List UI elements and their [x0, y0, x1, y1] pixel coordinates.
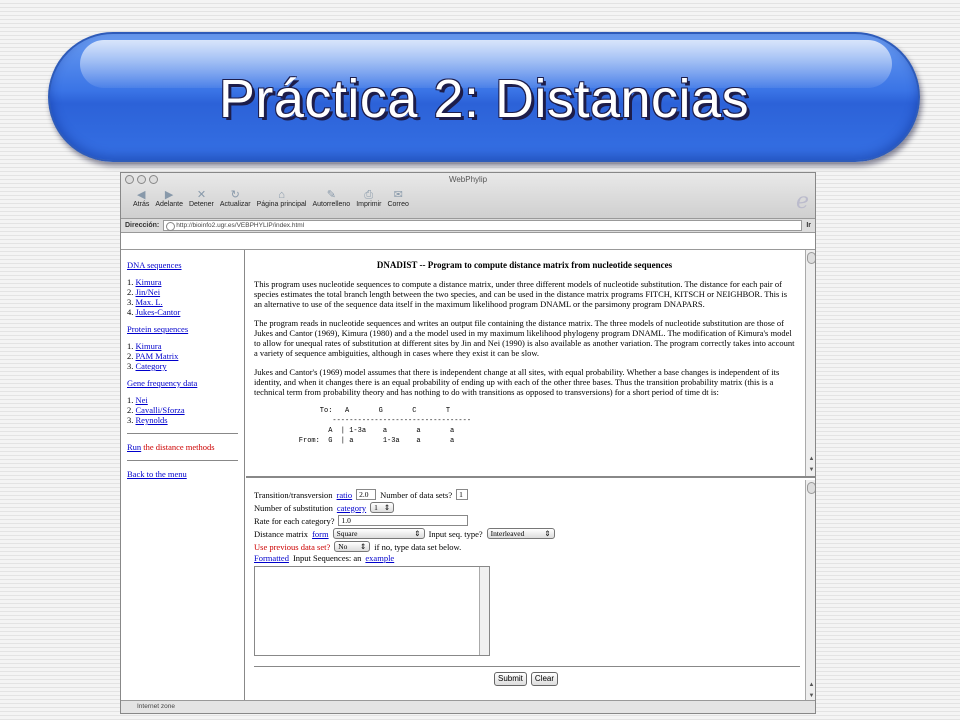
submit-button[interactable]: Submit	[494, 672, 527, 686]
dna-sequences-link[interactable]: DNA sequences	[127, 260, 182, 270]
home-button[interactable]: ⌂ Página principal	[257, 189, 307, 208]
doc-scrollbar[interactable]: ▲ ▼	[805, 250, 815, 476]
protein-category-link[interactable]: Category	[136, 361, 167, 371]
ratio-link[interactable]: ratio	[337, 490, 353, 500]
seq-type-select[interactable]: Interleaved ⇕	[486, 528, 555, 539]
dna-jin-nei-link[interactable]: Jin/Nei	[136, 287, 161, 297]
go-button[interactable]: Ir	[806, 222, 811, 229]
slide-title-banner: Práctica 2: Distancias	[48, 32, 920, 162]
sidebar-frame: DNA sequences 1. Kimura 2. Jin/Nei 3. Ma…	[121, 250, 245, 702]
ratio-input[interactable]: 2.0	[356, 489, 377, 500]
dna-kimura-link[interactable]: Kimura	[136, 277, 162, 287]
protein-list: 1. Kimura 2. PAM Matrix 3. Category	[127, 341, 179, 371]
scroll-down-icon[interactable]: ▼	[807, 693, 815, 699]
doc-paragraph: The program reads in nucleotide sequence…	[254, 318, 795, 358]
gene-cavalli-link[interactable]: Cavalli/Sforza	[136, 405, 185, 415]
browser-toolbar: ◀ Atrás ▶ Adelante ✕ Detener ↻ Actualizar ⌂ P…	[133, 189, 409, 208]
previous-dataset-select[interactable]: No ⇕	[334, 541, 371, 552]
scroll-up-icon[interactable]: ▲	[807, 456, 815, 462]
form-divider	[254, 666, 800, 667]
formatted-link[interactable]: Formatted	[254, 553, 289, 563]
autofill-icon: ✎	[326, 189, 336, 201]
example-link[interactable]: example	[365, 553, 394, 563]
autofill-button[interactable]: ✎ Autorrelleno	[312, 189, 350, 208]
select-arrow-icon: ⇕	[359, 542, 367, 551]
gene-nei-link[interactable]: Nei	[136, 395, 148, 405]
browser-chrome: WebPhylip ◀ Atrás ▶ Adelante ✕ Detener ↻ Act…	[121, 173, 815, 219]
page-content: DNA sequences 1. Kimura 2. Jin/Nei 3. Ma…	[121, 249, 815, 702]
stop-icon: ✕	[196, 189, 207, 201]
textarea-scrollbar[interactable]	[479, 567, 489, 655]
clear-button[interactable]: Clear	[530, 672, 559, 686]
gene-list: 1. Nei 2. Cavalli/Sforza 3. Reynolds	[127, 395, 185, 425]
form-frame: Transition/transversion ratio 2.0 Number…	[246, 480, 815, 702]
form-link[interactable]: form	[312, 529, 329, 539]
sidebar-divider	[127, 460, 238, 461]
slide-title: Práctica 2: Distancias	[218, 69, 750, 129]
refresh-icon: ↻	[230, 189, 240, 201]
sequence-textarea[interactable]	[254, 566, 490, 656]
scroll-up-icon[interactable]: ▲	[807, 682, 815, 688]
gene-reynolds-link[interactable]: Reynolds	[136, 415, 168, 425]
window-title: WebPhylip	[448, 175, 488, 184]
stop-button[interactable]: ✕ Detener	[189, 189, 214, 208]
address-bar: Dirección: http://bioinfo2.ugr.es/VEBPHY…	[121, 219, 815, 233]
datasets-input[interactable]: 1	[456, 489, 469, 500]
print-button[interactable]: ⎙ Imprimir	[356, 189, 381, 208]
doc-paragraph: Jukes and Cantor's (1969) model assumes …	[254, 367, 780, 397]
form-scrollbar[interactable]: ▲ ▼	[805, 480, 815, 702]
protein-kimura-link[interactable]: Kimura	[136, 341, 162, 351]
refresh-button[interactable]: ↻ Actualizar	[220, 189, 251, 208]
mail-icon: ✉	[393, 189, 403, 201]
run-link[interactable]: Run	[127, 442, 141, 452]
doc-heading: DNADIST -- Program to compute distance m…	[376, 260, 673, 270]
status-bar: Internet zone	[121, 700, 815, 713]
explorer-logo-icon: e	[795, 189, 809, 214]
transition-matrix: To: A G C T ----------------------------…	[298, 407, 472, 445]
print-icon: ⎙	[364, 189, 374, 201]
category-select[interactable]: 1 ⇕	[370, 502, 395, 513]
back-button[interactable]: ◀ Atrás	[133, 189, 149, 208]
protein-sequences-link[interactable]: Protein sequences	[127, 324, 188, 334]
matrix-form-select[interactable]: Square ⇕	[332, 528, 425, 539]
home-icon: ⌂	[278, 189, 285, 201]
protein-pam-link[interactable]: PAM Matrix	[136, 351, 179, 361]
gene-frequency-link[interactable]: Gene frequency data	[127, 378, 197, 388]
documentation-frame: DNADIST -- Program to compute distance m…	[246, 250, 815, 478]
select-arrow-icon: ⇕	[544, 529, 551, 538]
address-label: Dirección:	[125, 222, 160, 229]
select-arrow-icon: ⇕	[383, 503, 391, 512]
scroll-thumb[interactable]	[807, 252, 815, 264]
scroll-down-icon[interactable]: ▼	[807, 467, 815, 473]
category-link[interactable]: category	[337, 503, 366, 513]
forward-button[interactable]: ▶ Adelante	[155, 189, 183, 208]
run-text: the distance methods	[143, 442, 215, 452]
doc-paragraph: This program uses nucleotide sequences t…	[254, 279, 788, 309]
dna-list: 1. Kimura 2. Jin/Nei 3. Max. L. 4. Jukes…	[127, 277, 181, 317]
browser-window: WebPhylip ◀ Atrás ▶ Adelante ✕ Detener ↻ Act…	[120, 172, 816, 714]
back-arrow-icon: ◀	[136, 189, 146, 201]
rate-input[interactable]: 1.0	[338, 515, 469, 526]
back-to-menu-link[interactable]: Back to the menu	[127, 469, 187, 479]
url-field[interactable]: http://bioinfo2.ugr.es/VEBPHYLIP/index.h…	[163, 220, 803, 231]
dna-jukes-cantor-link[interactable]: Jukes-Cantor	[136, 307, 181, 317]
dna-maxl-link[interactable]: Max. L.	[136, 297, 163, 307]
mail-button[interactable]: ✉ Correo	[387, 189, 408, 208]
scroll-thumb[interactable]	[807, 482, 815, 494]
sidebar-divider	[127, 433, 238, 434]
forward-arrow-icon: ▶	[164, 189, 174, 201]
select-arrow-icon: ⇕	[414, 529, 421, 538]
